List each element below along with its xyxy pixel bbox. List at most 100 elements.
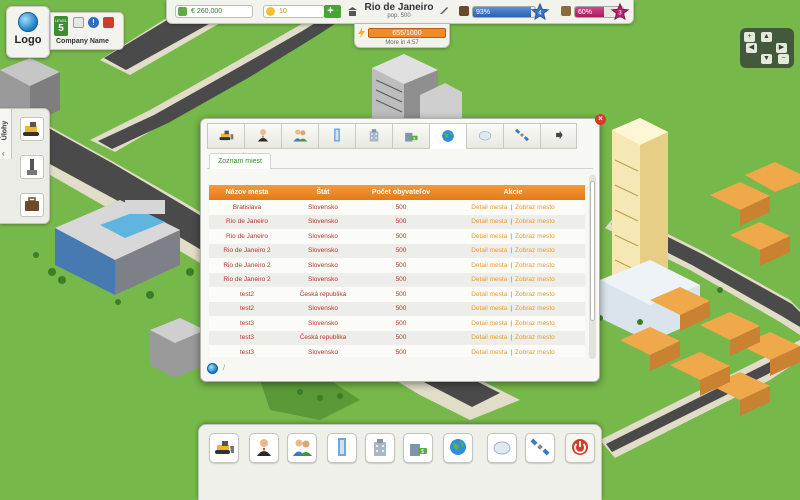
show-city-link[interactable]: Zobraz mesto	[515, 334, 555, 341]
city-list-modal: $ Zoznam miest Názov mesta Štát Počet ob…	[200, 118, 600, 382]
toolbar-globe-button[interactable]	[443, 433, 473, 463]
city-detail-link[interactable]: Detail mesta	[471, 349, 507, 356]
home-icon[interactable]	[103, 17, 114, 28]
logo-card[interactable]: Logo	[6, 6, 50, 58]
pan-down-button[interactable]: ▼	[761, 54, 772, 64]
zoom-in-button[interactable]: +	[744, 32, 755, 42]
toolbar-businessman-button[interactable]	[249, 433, 279, 463]
modal-tab-globe[interactable]	[429, 123, 466, 149]
modal-close-button[interactable]: ×	[595, 114, 606, 125]
city-detail-link[interactable]: Detail mesta	[471, 204, 507, 211]
cell-actions: Detail mesta | Zobraz mesto	[441, 345, 585, 357]
health-star-icon: 4	[531, 3, 549, 21]
show-city-link[interactable]: Zobraz mesto	[515, 262, 555, 269]
home-outline-icon[interactable]	[73, 17, 84, 28]
table-row: Rio de Janeiro 2 Slovensko 500 Detail mesta…	[209, 272, 585, 287]
cell-actions: Detail mesta | Zobraz mesto	[441, 287, 585, 302]
city-detail-link[interactable]: Detail mesta	[471, 291, 507, 298]
city-detail-link[interactable]: Detail mesta	[471, 334, 507, 341]
toolbar-money-building-button[interactable]: $	[403, 433, 433, 463]
cell-country: Slovensko	[285, 243, 361, 258]
modal-tab-office-building[interactable]	[355, 123, 392, 149]
cell-city-name: Bratislava	[209, 200, 285, 215]
bulldozer-icon	[218, 127, 234, 145]
subtab-city-list[interactable]: Zoznam miest	[209, 153, 271, 169]
show-city-link[interactable]: Zobraz mesto	[515, 204, 555, 211]
cell-country: Slovensko	[285, 272, 361, 287]
modal-tab-skyscraper[interactable]	[318, 123, 355, 149]
city-detail-link[interactable]: Detail mesta	[471, 262, 507, 269]
toolbar-skyscraper-button[interactable]	[327, 433, 357, 463]
task-bulldozer-button[interactable]	[20, 117, 44, 141]
toolbar-power-button[interactable]	[565, 433, 595, 463]
scrollbar-thumb[interactable]	[590, 181, 595, 321]
action-separator: |	[510, 276, 513, 284]
coins-value: 10	[279, 8, 287, 15]
pan-right-button[interactable]: ▶	[776, 43, 787, 53]
modal-tab-bulldozer[interactable]	[207, 123, 244, 149]
pan-left-button[interactable]: ◀	[746, 43, 757, 53]
table-row: Rio de Janeiro Slovensko 500 Detail mesta | Z…	[209, 229, 585, 244]
level-badge: LEVEL 5	[54, 16, 68, 36]
table-row: test3 Slovensko 500 Detail mesta | Zobraz mes…	[209, 316, 585, 331]
collapse-arrow-icon[interactable]: ‹	[2, 149, 5, 158]
tasks-tab[interactable]: Úlohy ‹	[0, 109, 12, 159]
col-city-name: Názov mesta	[209, 185, 285, 200]
happiness-star-icon: 3	[611, 3, 629, 21]
modal-tab-cloud[interactable]	[466, 123, 503, 149]
city-detail-link[interactable]: Detail mesta	[471, 320, 507, 327]
globe-icon	[440, 128, 456, 146]
tasks-side-panel: Úlohy ‹	[0, 108, 50, 224]
action-separator: |	[510, 203, 513, 211]
action-separator: |	[510, 305, 513, 313]
modal-tab-businessman[interactable]	[244, 123, 281, 149]
info-icon[interactable]: !	[88, 17, 99, 28]
show-city-link[interactable]: Zobraz mesto	[515, 233, 555, 240]
bulldozer-icon	[213, 436, 235, 460]
show-city-link[interactable]: Zobraz mesto	[515, 305, 555, 312]
show-city-link[interactable]: Zobraz mesto	[515, 276, 555, 283]
task-factory-button[interactable]	[20, 155, 44, 179]
zoom-out-button[interactable]: −	[778, 54, 789, 64]
svg-text:$: $	[413, 136, 415, 140]
skyscraper-icon	[331, 436, 353, 460]
coins-icon	[266, 7, 275, 16]
city-table: Názov mesta Štát Počet obyvateľov Akcie …	[209, 185, 585, 357]
action-separator: |	[510, 261, 513, 269]
city-detail-link[interactable]: Detail mesta	[471, 218, 507, 225]
cell-city-name: Rio de Janeiro 2	[209, 258, 285, 273]
city-detail-link[interactable]: Detail mesta	[471, 276, 507, 283]
toolbar-office-building-button[interactable]	[365, 433, 395, 463]
show-city-link[interactable]: Zobraz mesto	[515, 247, 555, 254]
buy-more-coins-button[interactable]: +	[324, 5, 337, 18]
people-icon	[292, 127, 308, 145]
company-card[interactable]: LEVEL 5 ! Company Name	[50, 12, 124, 50]
table-row: Rio de Janeiro Slovensko 500 Detail mesta | Z…	[209, 214, 585, 229]
show-city-link[interactable]: Zobraz mesto	[515, 218, 555, 225]
toolbar-cloud-button[interactable]	[487, 433, 517, 463]
table-scrollbar[interactable]	[589, 175, 596, 359]
toolbar-satellite-button[interactable]	[525, 433, 555, 463]
edit-pencil-icon[interactable]	[439, 5, 449, 15]
toolbar-bulldozer-button[interactable]	[209, 433, 239, 463]
modal-tab-people[interactable]	[281, 123, 318, 149]
show-city-link[interactable]: Zobraz mesto	[515, 320, 555, 327]
cloud-icon	[477, 127, 493, 145]
show-city-link[interactable]: Zobraz mesto	[515, 349, 555, 356]
modal-tab-satellite[interactable]	[503, 123, 540, 149]
cell-population: 500	[361, 287, 441, 302]
logo-text: Logo	[14, 34, 42, 46]
task-briefcase-button[interactable]	[20, 193, 44, 217]
pan-up-button[interactable]: ▲	[761, 32, 772, 42]
modal-tab-arrow[interactable]	[540, 123, 577, 149]
city-detail-link[interactable]: Detail mesta	[471, 247, 507, 254]
cell-population: 500	[361, 301, 441, 316]
city-detail-link[interactable]: Detail mesta	[471, 305, 507, 312]
cell-city-name: test2	[209, 287, 285, 302]
city-detail-link[interactable]: Detail mesta	[471, 233, 507, 240]
bulldozer-icon	[23, 122, 39, 136]
modal-tab-money-building[interactable]: $	[392, 123, 429, 149]
toolbar-people-button[interactable]	[287, 433, 317, 463]
show-city-link[interactable]: Zobraz mesto	[515, 291, 555, 298]
table-row: test3 Slovensko 500 Detail mesta | Zobraz mes…	[209, 345, 585, 357]
